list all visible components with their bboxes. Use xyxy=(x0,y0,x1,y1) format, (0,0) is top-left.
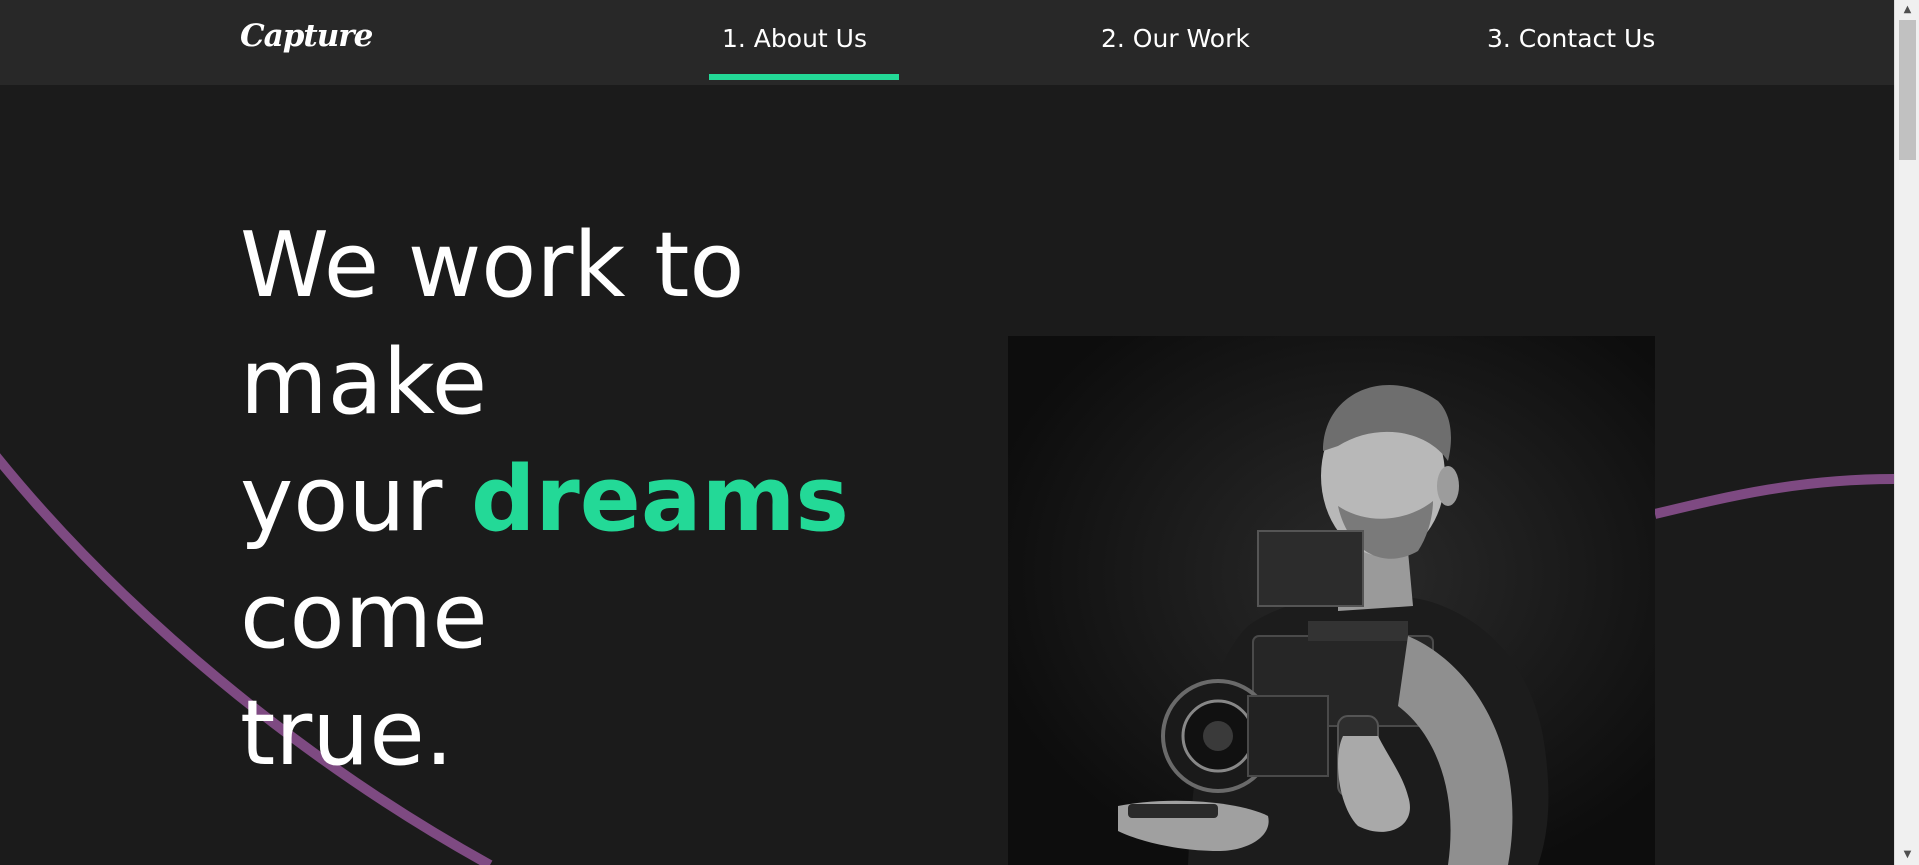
hero-accent-word: dreams xyxy=(470,447,849,552)
nav-link-our-work[interactable]: 2. Our Work xyxy=(1101,24,1250,53)
hero-line-2: make xyxy=(240,330,488,435)
page: Capture 1. About Us 2. Our Work 3. Conta… xyxy=(0,0,1894,865)
wave-right-curve xyxy=(1653,474,1894,519)
active-nav-underline xyxy=(709,74,899,80)
hero-line-1: We work to xyxy=(240,213,745,318)
vertical-scrollbar[interactable]: ▲ ▼ xyxy=(1894,0,1919,865)
scroll-thumb[interactable] xyxy=(1899,20,1916,160)
nav-link-contact-us[interactable]: 3. Contact Us xyxy=(1487,24,1655,53)
photographer-illustration xyxy=(1008,336,1655,865)
hero-line-5: true. xyxy=(240,681,454,786)
hero-heading: We work to make your dreams come true. xyxy=(240,207,940,792)
hero-line-3: your dreams xyxy=(240,441,940,558)
hero-line-4: come xyxy=(240,564,488,669)
nav-link-about-us[interactable]: 1. About Us xyxy=(722,24,867,53)
logo[interactable]: Capture xyxy=(240,18,373,54)
scroll-up-arrow-icon[interactable]: ▲ xyxy=(1895,0,1919,20)
top-navbar: Capture 1. About Us 2. Our Work 3. Conta… xyxy=(0,0,1894,85)
hero-line-3-prefix: your xyxy=(240,447,471,552)
scroll-down-arrow-icon[interactable]: ▼ xyxy=(1895,845,1919,865)
hero-photo xyxy=(1008,336,1655,865)
